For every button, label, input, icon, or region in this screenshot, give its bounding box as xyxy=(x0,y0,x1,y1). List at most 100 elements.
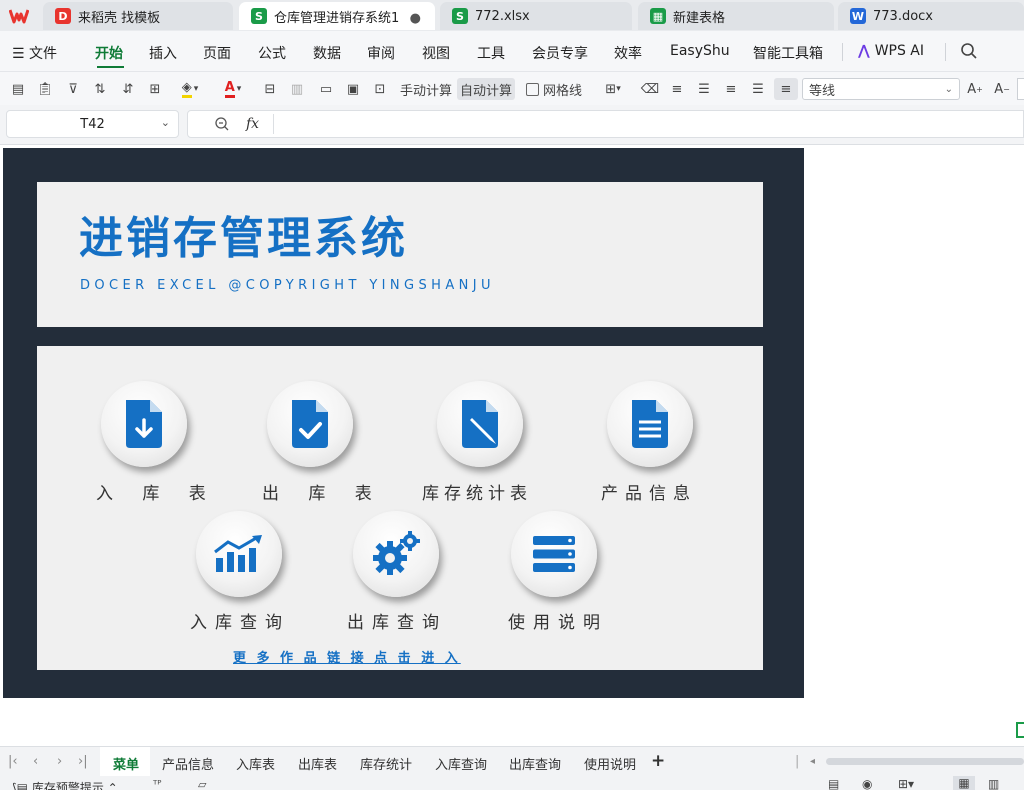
filter-icon[interactable]: ⊽ xyxy=(63,78,83,100)
auto-calc-button[interactable]: 自动计算 xyxy=(457,78,515,100)
formula-bar: T42 ⌄ fx xyxy=(0,105,1024,145)
sheet-tab-user-guide[interactable]: 使用说明 xyxy=(584,754,636,773)
user-guide-label[interactable]: 使用说明 xyxy=(508,608,618,633)
align-left-icon[interactable]: ☰ xyxy=(694,78,714,100)
wps-ai-button[interactable]: ⋀ WPS AI xyxy=(858,43,924,59)
last-sheet-icon[interactable]: ›| xyxy=(78,754,88,769)
grid-view-icon[interactable]: ▦ xyxy=(953,776,975,790)
horizontal-scrollbar[interactable] xyxy=(826,758,1024,765)
file-menu-label: 文件 xyxy=(29,46,58,62)
outbound-query-label[interactable]: 出库查询 xyxy=(347,608,457,633)
gridlines-checkbox[interactable]: 网格线 xyxy=(523,78,585,100)
align-right-icon[interactable]: ☰ xyxy=(748,78,768,100)
wps-logo-icon[interactable] xyxy=(8,5,30,27)
add-sheet-icon[interactable]: + xyxy=(651,751,665,771)
insert-function-button[interactable]: fx xyxy=(246,116,259,132)
formula-separator xyxy=(273,114,274,134)
menu-member[interactable]: 会员专享 xyxy=(532,43,588,63)
product-info-label[interactable]: 产品信息 xyxy=(601,479,711,504)
menu-page[interactable]: 页面 xyxy=(203,43,231,63)
cell-style-icon[interactable]: ⊞ ▾ xyxy=(598,78,628,100)
formula-input[interactable] xyxy=(283,116,983,134)
menu-insert[interactable]: 插入 xyxy=(149,43,177,63)
user-guide-button[interactable] xyxy=(511,511,597,597)
sheet-tab-inventory[interactable]: 库存统计 xyxy=(360,754,412,773)
font-color-icon[interactable]: A ▾ xyxy=(218,78,248,100)
merge-cells-icon[interactable]: ⊟ xyxy=(260,78,280,100)
inventory-stats-button[interactable] xyxy=(437,381,523,467)
menu-easyshu[interactable]: EasyShu xyxy=(670,43,730,59)
wps-ai-icon: ⋀ xyxy=(858,43,875,59)
inbound-table-button[interactable] xyxy=(101,381,187,467)
menu-formula[interactable]: 公式 xyxy=(258,43,286,63)
tab-docx-label: 773.docx xyxy=(873,8,933,24)
sheet-tab-outbound-query[interactable]: 出库查询 xyxy=(509,754,561,773)
name-box[interactable]: T42 ⌄ xyxy=(6,110,179,138)
menu-tools[interactable]: 工具 xyxy=(477,43,505,63)
sheet-tab-outbound[interactable]: 出库表 xyxy=(298,754,337,773)
menu-data[interactable]: 数据 xyxy=(313,43,341,63)
menu-view[interactable]: 视图 xyxy=(422,43,450,63)
stock-warning-status[interactable]: ⟆▤ 库存预警提示 ⌃ xyxy=(12,779,118,790)
align-center-icon[interactable]: ≡ xyxy=(721,78,741,100)
decrease-font-icon[interactable]: A − xyxy=(992,78,1012,100)
outbound-table-button[interactable] xyxy=(267,381,353,467)
table-style-icon[interactable]: ⊡ xyxy=(370,78,390,100)
sort-descending-icon[interactable]: ⇵ xyxy=(118,78,138,100)
conditional-format-icon[interactable]: ▣ xyxy=(343,78,363,100)
menu-separator xyxy=(842,43,843,61)
paste-special-icon[interactable]: 📋︎ xyxy=(35,78,55,100)
prev-sheet-icon[interactable]: ‹ xyxy=(33,754,38,769)
tab-xlsx[interactable]: S 772.xlsx xyxy=(440,2,632,30)
page-view-icon[interactable]: ⊞▾ xyxy=(898,777,914,790)
sheet-tab-bar: |‹ ‹ › ›| 菜单 产品信息 入库表 出库表 库存统计 入库查询 出库查询… xyxy=(0,746,1024,776)
macro-icon[interactable]: ᵀᴾ xyxy=(153,778,161,790)
fill-color-icon[interactable]: ◈ ▾ xyxy=(175,78,205,100)
inventory-stats-label[interactable]: 库存统计表 xyxy=(422,479,552,504)
font-name-value: 等线 xyxy=(809,83,836,99)
menu-smart-toolbox[interactable]: 智能工具箱 xyxy=(753,43,823,63)
sort-ascending-icon[interactable]: ⇅ xyxy=(90,78,110,100)
menu-review[interactable]: 审阅 xyxy=(367,43,395,63)
sheet-tab-product-info[interactable]: 产品信息 xyxy=(162,754,214,773)
align-top-icon[interactable]: ≡ xyxy=(667,78,687,100)
number-format-icon[interactable]: ▤ xyxy=(8,78,28,100)
outbound-query-button[interactable] xyxy=(353,511,439,597)
tab-active-document[interactable]: S 仓库管理进销存系统1 ● xyxy=(239,2,435,30)
menu-home[interactable]: 开始 xyxy=(95,43,123,63)
increase-font-icon[interactable]: A + xyxy=(965,78,985,100)
document-edit-icon xyxy=(462,400,498,448)
normal-view-icon[interactable]: ▤ xyxy=(828,777,839,790)
borders-icon[interactable]: ⊞ xyxy=(145,78,165,100)
eye-protection-icon[interactable]: ◉ xyxy=(862,777,872,790)
manual-calc-button[interactable]: 手动计算 xyxy=(398,78,454,100)
sheet-tab-menu[interactable]: 菜单 xyxy=(113,754,139,773)
window-tab-bar: D 来稻壳 找模板 S 仓库管理进销存系统1 ● S 772.xlsx ▦ 新建… xyxy=(0,0,1024,31)
tab-docer[interactable]: D 来稻壳 找模板 xyxy=(43,2,233,30)
next-sheet-icon[interactable]: › xyxy=(57,754,62,769)
record-icon[interactable]: ▱ xyxy=(198,778,206,790)
more-works-link[interactable]: 更 多 作 品 链 接 点 击 进 入 xyxy=(233,647,461,666)
docer-icon: D xyxy=(55,8,71,24)
freeze-panes-icon[interactable]: ▥ xyxy=(287,78,307,100)
first-sheet-icon[interactable]: |‹ xyxy=(8,754,18,769)
tab-docx[interactable]: W 773.docx xyxy=(838,2,1024,30)
inbound-table-label[interactable]: 入 库 表 xyxy=(96,479,206,504)
scroll-left-icon[interactable]: ◂ xyxy=(810,756,815,767)
layout-view-icon[interactable]: ▥ xyxy=(988,777,999,790)
zoom-formula-icon[interactable] xyxy=(214,116,230,136)
wrap-text-icon[interactable]: ▭ xyxy=(316,78,336,100)
sheet-tab-inbound-query[interactable]: 入库查询 xyxy=(435,754,487,773)
search-icon[interactable] xyxy=(960,42,978,64)
product-info-button[interactable] xyxy=(607,381,693,467)
tab-new-sheet[interactable]: ▦ 新建表格 xyxy=(638,2,834,30)
outbound-table-label[interactable]: 出 库 表 xyxy=(262,479,372,504)
clear-format-icon[interactable]: ⌫ xyxy=(640,78,660,100)
font-name-select[interactable]: 等线 ⌄ xyxy=(802,78,960,100)
inbound-query-label[interactable]: 入库查询 xyxy=(190,608,300,633)
justify-icon[interactable]: ≡ xyxy=(774,78,798,100)
menu-efficiency[interactable]: 效率 xyxy=(614,43,642,63)
file-menu[interactable]: ☰ 文件 xyxy=(12,43,57,63)
inbound-query-button[interactable] xyxy=(196,511,282,597)
sheet-tab-inbound[interactable]: 入库表 xyxy=(236,754,275,773)
